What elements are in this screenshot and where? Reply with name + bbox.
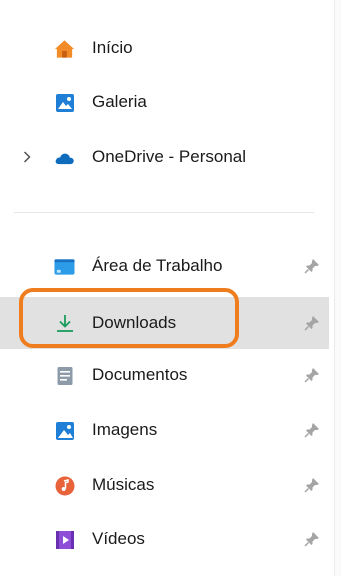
nav-item-label: Início [92,38,133,57]
navigation-pane: Início Galeria OneDrive - Personal Área … [0,0,341,576]
music-icon [54,475,75,496]
nav-item-downloads[interactable]: Downloads [0,297,329,349]
pin-icon[interactable] [304,531,320,547]
section-divider [14,212,314,213]
home-icon [54,38,75,59]
desktop-folder-icon [54,256,75,277]
nav-item-musicas[interactable]: Músicas [0,462,329,508]
nav-item-documentos[interactable]: Documentos [0,352,329,398]
nav-item-inicio[interactable]: Início [0,25,329,71]
nav-item-label: Área de Trabalho [92,256,223,275]
pin-icon[interactable] [304,477,320,493]
nav-item-label: Downloads [92,313,177,332]
nav-item-videos[interactable]: Vídeos [0,516,329,562]
nav-item-imagens[interactable]: Imagens [0,407,329,453]
nav-item-label: Vídeos [92,529,145,548]
documents-icon [54,365,75,386]
nav-item-label: Documentos [92,365,188,384]
nav-item-onedrive[interactable]: OneDrive - Personal [0,134,329,180]
pictures-icon [54,420,75,441]
gallery-icon [54,92,75,113]
download-icon [54,312,75,333]
nav-item-galeria[interactable]: Galeria [0,79,329,125]
pin-icon[interactable] [304,422,320,438]
onedrive-cloud-icon [54,147,75,168]
videos-icon [54,529,75,550]
nav-item-label: Imagens [92,420,158,439]
pin-icon[interactable] [304,258,320,274]
pin-icon[interactable] [304,367,320,383]
nav-item-label: OneDrive - Personal [92,147,247,166]
pin-icon[interactable] [304,315,320,331]
scrollbar-track[interactable] [334,0,341,576]
nav-item-label: Galeria [92,92,147,111]
chevron-right-icon[interactable] [21,148,33,166]
nav-item-area-de-trabalho[interactable]: Área de Trabalho [0,243,329,289]
nav-item-label: Músicas [92,475,155,494]
